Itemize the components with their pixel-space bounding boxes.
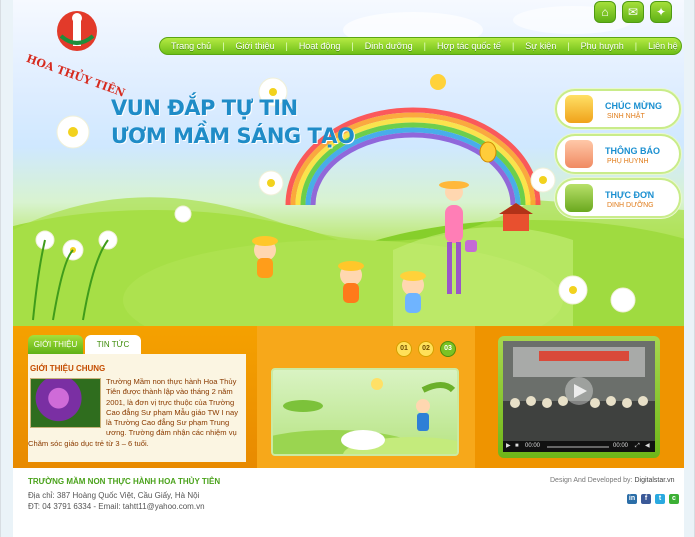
announcement-subtitle: PHỤ HUYNH xyxy=(607,158,649,165)
orchid-thumbnail xyxy=(30,378,101,428)
nav-separator: | xyxy=(285,41,288,51)
nav-item-events[interactable]: Sự kiện xyxy=(514,41,556,51)
nav-separator: | xyxy=(222,41,225,51)
school-logo[interactable]: HOA THỦY TIÊN xyxy=(25,6,147,100)
video-progress-track[interactable] xyxy=(547,446,609,448)
food-bowl-icon xyxy=(565,184,593,212)
facebook-icon[interactable]: f xyxy=(641,494,651,504)
main-nav: Trang chủ | Giới thiệu | Hoạt động | Din… xyxy=(159,37,682,55)
page-frame: HOA THỦY TIÊN ⌂ ✉ ✦ Trang chủ | Giới thi… xyxy=(0,0,695,537)
birthday-title: CHÚC MỪNG xyxy=(605,101,662,111)
menu-button[interactable]: THỰC ĐƠN DINH DƯỠNG xyxy=(555,178,681,218)
footer-address: Địa chỉ: 387 Hoàng Quốc Việt, Cầu Giấy, … xyxy=(28,491,200,500)
kids-illustration xyxy=(273,378,457,454)
fullscreen-icon[interactable]: ⤢ xyxy=(635,441,640,452)
home-icon[interactable]: ⌂ xyxy=(594,1,616,23)
announcement-title: THÔNG BÁO xyxy=(605,146,660,156)
announcement-button[interactable]: THÔNG BÁO PHỤ HUYNH xyxy=(555,134,681,174)
tab-introduction[interactable]: GIỚI THIỆU xyxy=(28,335,83,354)
intro-heading: GIỚI THIỆU CHUNG xyxy=(30,364,106,373)
footer-school-name: TRƯỜNG MẦM NON THỰC HÀNH HOA THỦY TIÊN xyxy=(28,477,221,486)
slogan-line-2: ƯƠM MẦM SÁNG TẠO xyxy=(111,124,355,148)
nav-separator: | xyxy=(634,41,638,51)
linkedin-icon[interactable]: in xyxy=(627,494,637,504)
nav-item-international[interactable]: Hợp tác quốc tế xyxy=(426,41,501,51)
nav-item-contact[interactable]: Liên hệ xyxy=(637,41,678,51)
gift-icon xyxy=(565,95,593,123)
nav-separator: | xyxy=(511,41,515,51)
nav-item-about[interactable]: Giới thiệu xyxy=(225,41,275,51)
pencil-icon xyxy=(565,140,593,168)
tab-news[interactable]: TIN TỨC xyxy=(85,335,141,354)
menu-title: THỰC ĐƠN xyxy=(605,190,655,200)
birthday-subtitle: SINH NHẬT xyxy=(607,113,645,120)
mail-icon[interactable]: ✉ xyxy=(622,1,644,23)
lightbulb-icon[interactable]: ✦ xyxy=(650,1,672,23)
classroom-video-frame xyxy=(503,341,655,441)
nav-item-nutrition[interactable]: Dinh dưỡng xyxy=(354,41,413,51)
video-time-total: 00:00 xyxy=(613,443,629,449)
video-screen[interactable] xyxy=(503,341,655,441)
birthday-button[interactable]: CHÚC MỪNG SINH NHẬT xyxy=(555,89,681,129)
credit-link[interactable]: Digitalstar.vn xyxy=(634,477,674,484)
slider-page-1[interactable]: 01 xyxy=(396,341,412,357)
nav-item-home[interactable]: Trang chủ xyxy=(160,41,211,51)
footer-credit: Design And Developed by: Digitalstar.vn xyxy=(550,477,675,484)
nav-separator: | xyxy=(351,41,354,51)
slogan-line-1: VUN ĐẮP TỰ TIN xyxy=(111,96,298,120)
nav-separator: | xyxy=(423,41,426,51)
video-time-current: 00:00 xyxy=(525,443,541,449)
twitter-icon[interactable]: t xyxy=(655,494,665,504)
footer-phone-email: ĐT: 04 3791 6334 - Email: tahtt11@yahoo.… xyxy=(28,502,205,511)
play-icon[interactable]: ▶ xyxy=(506,441,511,452)
credit-prefix: Design And Developed by: xyxy=(550,477,633,484)
slider-page-3[interactable]: 03 xyxy=(440,341,456,357)
nav-separator: | xyxy=(567,41,570,51)
slider-page-2[interactable]: 02 xyxy=(418,341,434,357)
nav-item-activities[interactable]: Hoạt động xyxy=(288,41,341,51)
video-player[interactable]: ▶ ■ 00:00 00:00 ⤢ ◀ xyxy=(498,336,660,458)
slider-image[interactable] xyxy=(271,368,459,456)
nav-item-parents[interactable]: Phụ huynh xyxy=(570,41,624,51)
stop-icon[interactable]: ■ xyxy=(515,441,519,452)
menu-subtitle: DINH DƯỠNG xyxy=(607,202,654,209)
volume-icon[interactable]: ◀ xyxy=(645,441,650,452)
video-controls: ▶ ■ 00:00 00:00 ⤢ ◀ xyxy=(503,441,655,452)
chat-icon[interactable]: c xyxy=(669,494,679,504)
